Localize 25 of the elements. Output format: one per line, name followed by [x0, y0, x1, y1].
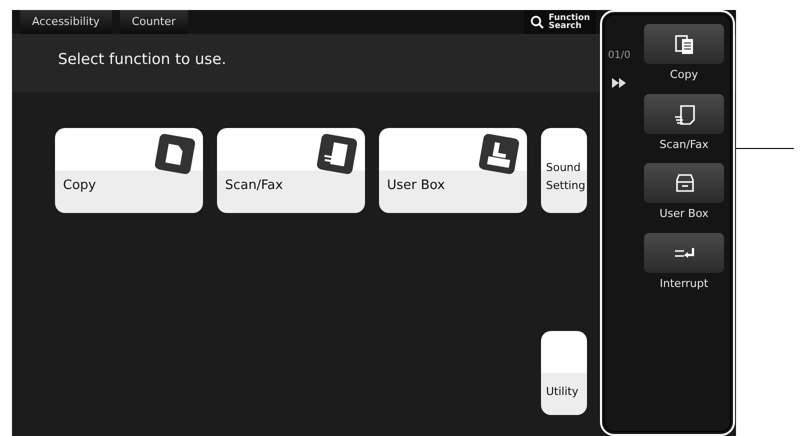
tray-icon — [673, 172, 695, 194]
shortcut-button[interactable] — [644, 163, 724, 203]
shortcut-button[interactable] — [644, 24, 724, 64]
function-tile[interactable]: Copy — [55, 128, 203, 213]
shortcut-button[interactable] — [644, 94, 724, 134]
documents-icon — [673, 33, 695, 55]
document-icon — [155, 134, 195, 174]
shortcut-label: Copy — [670, 67, 698, 83]
scan-page-icon — [673, 102, 695, 124]
counter-text: 01/0 — [608, 49, 630, 63]
function-tile[interactable]: Utility — [541, 331, 587, 415]
search-icon — [530, 15, 544, 29]
shortcut-label: Interrupt — [660, 276, 708, 292]
leader-line — [736, 148, 794, 149]
top-button[interactable]: Counter — [120, 10, 188, 34]
function-tile[interactable]: User Box — [379, 128, 527, 213]
function-tile[interactable]: Sound Setting — [541, 128, 587, 213]
shortcut-label: User Box — [659, 206, 709, 222]
document-icon — [317, 134, 357, 174]
shortcut-label: Scan/Fax — [659, 136, 709, 152]
fast-forward-icon — [612, 78, 626, 88]
tray-icon — [479, 134, 519, 174]
function-search-button[interactable]: Function Search — [524, 10, 596, 34]
function-tile[interactable]: Scan/Fax — [217, 128, 365, 213]
top-button[interactable]: Accessibility — [20, 10, 112, 34]
